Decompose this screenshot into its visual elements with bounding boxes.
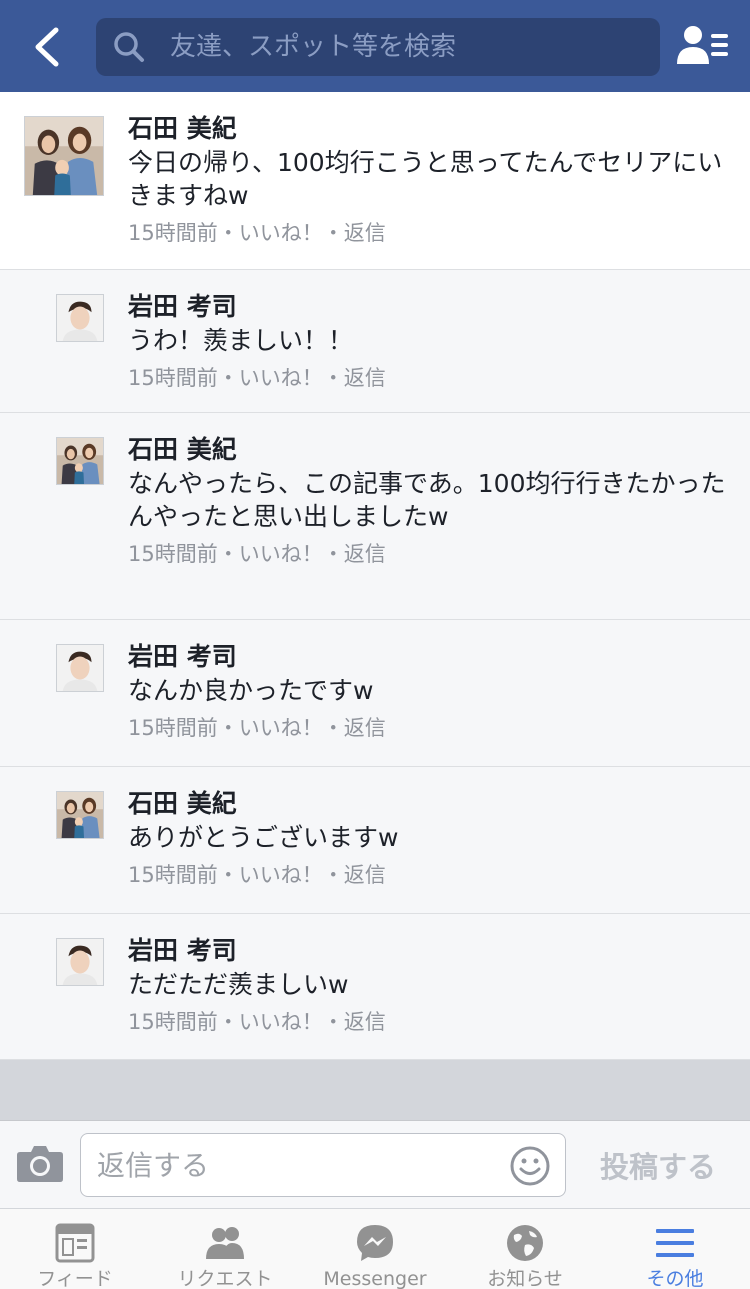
tab-label: フィード [37, 1268, 113, 1289]
reply-item: 岩田 考司 なんか良かったですw 15時間前・いいね！・返信 [0, 620, 750, 767]
reply-link[interactable]: 返信 [344, 1010, 386, 1034]
smiley-icon [510, 1146, 550, 1186]
tab-notifications[interactable]: お知らせ [450, 1209, 600, 1289]
comment-time: 15時間前 [128, 542, 218, 566]
comment-meta: 15時間前・いいね！・返信 [128, 539, 728, 569]
comment-meta: 15時間前・いいね！・返信 [128, 363, 728, 393]
avatar[interactable] [56, 938, 104, 986]
comment-text: なんか良かったですw [128, 676, 374, 705]
reply-item: 岩田 考司 ただただ羨ましいw 15時間前・いいね！・返信 [0, 914, 750, 1060]
meta-separator: ・ [322, 1010, 344, 1034]
emoji-button[interactable] [509, 1145, 551, 1187]
comment-time: 15時間前 [128, 863, 218, 887]
comment-text: うわ！羨ましい！！ [128, 326, 354, 355]
avatar[interactable] [56, 791, 104, 839]
camera-icon [17, 1146, 63, 1182]
tab-more[interactable]: その他 [600, 1209, 750, 1289]
tab-label: その他 [646, 1268, 704, 1289]
friend-list-button[interactable] [676, 24, 730, 70]
meta-separator: ・ [322, 863, 344, 887]
reply-item: 石田 美紀 ありがとうございますw 15時間前・いいね！・返信 [0, 767, 750, 914]
family-photo [25, 117, 103, 195]
like-link[interactable]: いいね！ [239, 1010, 323, 1034]
like-link[interactable]: いいね！ [239, 542, 323, 566]
like-link[interactable]: いいね！ [239, 221, 323, 245]
camera-button[interactable] [16, 1143, 64, 1183]
comment-time: 15時間前 [128, 366, 218, 390]
meta-separator: ・ [217, 1010, 239, 1034]
comment-time: 15時間前 [128, 716, 218, 740]
comment-author[interactable]: 石田 美紀 [128, 433, 728, 467]
meta-separator: ・ [217, 221, 239, 245]
tab-messenger[interactable]: Messenger [300, 1209, 450, 1289]
meta-separator: ・ [217, 366, 239, 390]
friend-list-icon [677, 26, 728, 64]
comment-author[interactable]: 岩田 考司 [128, 934, 728, 968]
messenger-icon [357, 1225, 393, 1261]
meta-separator: ・ [217, 863, 239, 887]
comment-author[interactable]: 岩田 考司 [128, 290, 728, 324]
chevron-left-icon [35, 27, 59, 67]
reply-link[interactable]: 返信 [344, 863, 386, 887]
comment-meta: 15時間前・いいね！・返信 [128, 218, 728, 248]
friend-requests-icon [206, 1227, 244, 1259]
comment-text: ただただ羨ましいw [128, 970, 349, 999]
tab-label: お知らせ [487, 1268, 563, 1289]
reply-link[interactable]: 返信 [344, 716, 386, 740]
reply-link[interactable]: 返信 [344, 366, 386, 390]
man-photo [57, 939, 103, 985]
like-link[interactable]: いいね！ [239, 716, 323, 740]
comment-time: 15時間前 [128, 221, 218, 245]
meta-separator: ・ [217, 716, 239, 740]
like-link[interactable]: いいね！ [239, 366, 323, 390]
back-button[interactable] [22, 20, 72, 74]
avatar[interactable] [56, 437, 104, 485]
menu-icon [656, 1229, 694, 1257]
search-input[interactable] [146, 18, 660, 76]
tab-label: Messenger [323, 1268, 427, 1289]
globe-icon [507, 1225, 543, 1261]
family-photo [57, 438, 103, 484]
man-photo [57, 295, 103, 341]
meta-separator: ・ [322, 542, 344, 566]
comment-author[interactable]: 岩田 考司 [128, 640, 728, 674]
top-navigation-bar [0, 0, 750, 92]
meta-separator: ・ [322, 366, 344, 390]
news-feed-icon [55, 1223, 95, 1263]
comment-time: 15時間前 [128, 1010, 218, 1034]
like-link[interactable]: いいね！ [239, 863, 323, 887]
man-photo [57, 645, 103, 691]
search-box[interactable] [96, 18, 660, 76]
reply-item: 石田 美紀 なんやったら、この記事であ。100均行行きたかったんやったと思い出し… [0, 413, 750, 620]
comment-item: 石田 美紀 今日の帰り、100均行こうと思ってたんでセリアにいきますねw 15時… [0, 92, 750, 270]
bottom-tab-bar: フィード リクエスト Messenger お知らせ その他 [0, 1208, 750, 1289]
tab-feed[interactable]: フィード [0, 1209, 150, 1289]
reply-input[interactable] [81, 1134, 501, 1196]
search-icon [114, 32, 144, 62]
comment-meta: 15時間前・いいね！・返信 [128, 1007, 728, 1037]
tab-requests[interactable]: リクエスト [150, 1209, 300, 1289]
comment-meta: 15時間前・いいね！・返信 [128, 713, 728, 743]
reply-link[interactable]: 返信 [344, 542, 386, 566]
family-photo [57, 792, 103, 838]
reply-item: 岩田 考司 うわ！羨ましい！！ 15時間前・いいね！・返信 [0, 270, 750, 413]
meta-separator: ・ [322, 716, 344, 740]
avatar[interactable] [56, 294, 104, 342]
reply-composer: 投稿する [0, 1120, 750, 1208]
post-button[interactable]: 投稿する [580, 1133, 736, 1197]
comment-author[interactable]: 石田 美紀 [128, 787, 728, 821]
comment-text: ありがとうございますw [128, 823, 399, 852]
comment-text: なんやったら、この記事であ。100均行行きたかったんやったと思い出しましたw [128, 469, 726, 531]
meta-separator: ・ [217, 542, 239, 566]
comment-thread: 石田 美紀 今日の帰り、100均行こうと思ってたんでセリアにいきますねw 15時… [0, 92, 750, 1060]
reply-input-box[interactable] [80, 1133, 566, 1197]
comment-author[interactable]: 石田 美紀 [128, 112, 728, 146]
comment-meta: 15時間前・いいね！・返信 [128, 860, 728, 890]
reply-link[interactable]: 返信 [344, 221, 386, 245]
tab-label: リクエスト [177, 1268, 273, 1289]
avatar[interactable] [56, 644, 104, 692]
meta-separator: ・ [322, 221, 344, 245]
comment-text: 今日の帰り、100均行こうと思ってたんでセリアにいきますねw [128, 148, 723, 210]
avatar[interactable] [24, 116, 104, 196]
